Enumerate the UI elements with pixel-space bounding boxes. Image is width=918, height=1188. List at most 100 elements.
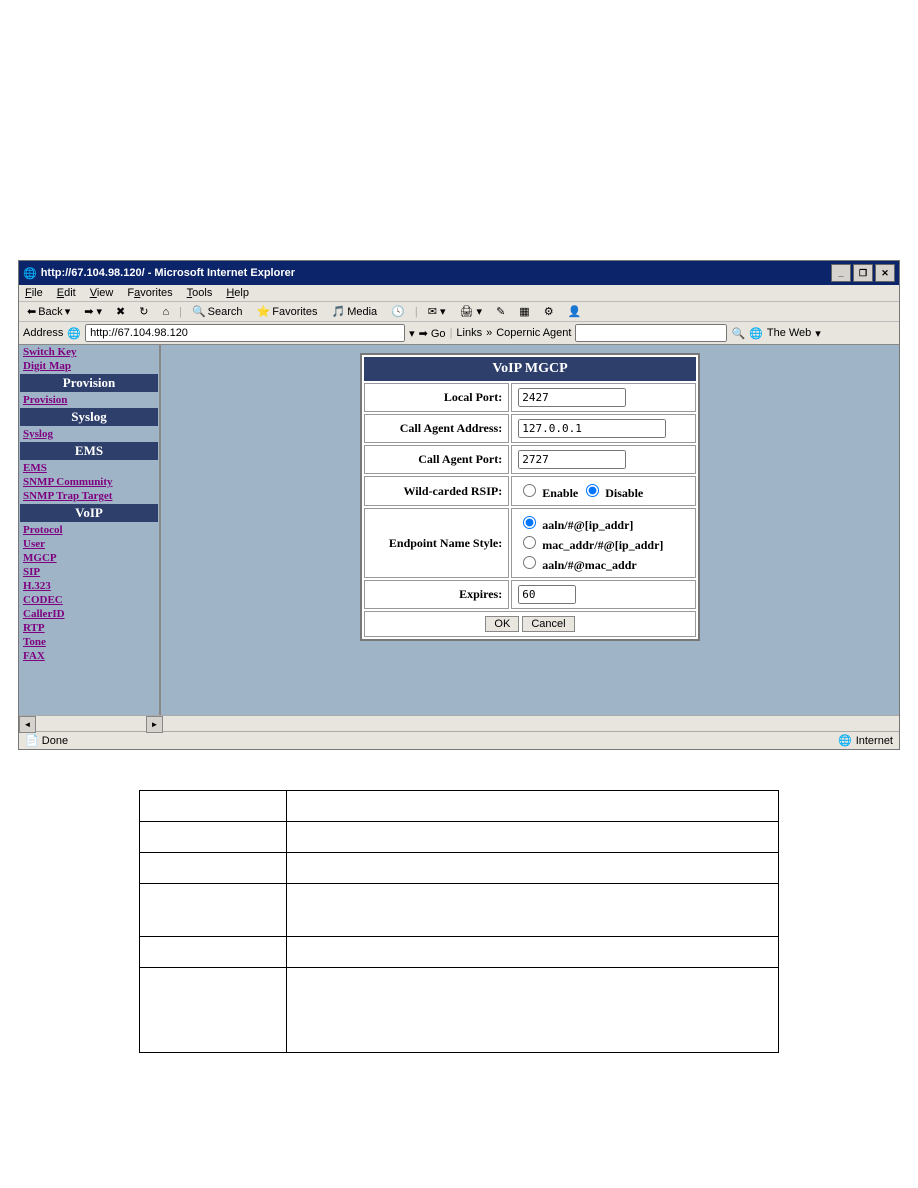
forward-button[interactable]: ➡ ▾ (80, 304, 106, 319)
ens-label: Endpoint Name Style: (364, 508, 509, 578)
table-row (140, 822, 287, 853)
menu-favorites[interactable]: Favorites (127, 287, 172, 299)
sidebar-snmp-trap[interactable]: SNMP Trap Target (19, 489, 159, 503)
favorites-button[interactable]: ⭐ Favorites (253, 304, 322, 319)
sidebar-callerid[interactable]: CallerID (19, 607, 159, 621)
internet-icon: 🌐 (838, 734, 852, 747)
ca-address-input[interactable] (518, 419, 666, 438)
media-button[interactable]: 🎵 Media (327, 304, 381, 319)
sidebar-snmp-community[interactable]: SNMP Community (19, 475, 159, 489)
sidebar-hscroll[interactable]: ◄ ► (19, 715, 899, 731)
table-row (140, 937, 287, 968)
scroll-right-icon[interactable]: ► (146, 716, 163, 733)
status-bar: 📄 Done 🌐 Internet (19, 731, 899, 749)
mgcp-form: VoIP MGCP Local Port: Call Agent Address… (360, 353, 700, 641)
sidebar-user[interactable]: User (19, 537, 159, 551)
status-zone: Internet (856, 735, 893, 747)
sidebar: Switch Key Digit Map Provision Provision… (19, 345, 161, 715)
title-bar: 🌐 http://67.104.98.120/ - Microsoft Inte… (19, 261, 899, 285)
scroll-left-icon[interactable]: ◄ (19, 716, 36, 733)
sidebar-ems[interactable]: EMS (19, 461, 159, 475)
done-icon: 📄 (25, 735, 39, 747)
sidebar-mgcp[interactable]: MGCP (19, 551, 159, 565)
ca-port-input[interactable] (518, 450, 626, 469)
tool-bar: ⬅ Back ▾ ➡ ▾ ✖ ↻ ⌂ | 🔍 Search ⭐ Favorite… (19, 302, 899, 322)
rsip-label: Wild-carded RSIP: (364, 476, 509, 506)
sidebar-section-ems: EMS (20, 442, 158, 460)
address-bar: Address 🌐 ▾ ➡ Go | Links » Copernic Agen… (19, 322, 899, 345)
window-title: http://67.104.98.120/ - Microsoft Intern… (41, 267, 295, 279)
sidebar-fax[interactable]: FAX (19, 649, 159, 663)
sidebar-provision[interactable]: Provision (19, 393, 159, 407)
ie-icon: 🌐 (23, 267, 37, 280)
menu-file[interactable]: File (25, 287, 43, 299)
sidebar-tone[interactable]: Tone (19, 635, 159, 649)
ca-address-label: Call Agent Address: (364, 414, 509, 443)
ens-option-2[interactable]: mac_addr/#@[ip_addr] (518, 538, 663, 552)
sidebar-codec[interactable]: CODEC (19, 593, 159, 607)
sidebar-section-voip: VoIP (20, 504, 158, 522)
copernic-search-icon[interactable]: 🔍 (731, 327, 745, 340)
close-button[interactable]: ✕ (875, 264, 895, 282)
print-button[interactable]: 🖨 ▾ (456, 304, 487, 319)
local-port-input[interactable] (518, 388, 626, 407)
sidebar-switch-key[interactable]: Switch Key (19, 345, 159, 359)
address-label: Address (23, 327, 63, 339)
ens-option-3[interactable]: aaln/#@mac_addr (518, 558, 637, 572)
description-table (139, 790, 779, 1053)
menu-tools[interactable]: Tools (187, 287, 213, 299)
address-input[interactable] (85, 324, 405, 342)
ens-option-1[interactable]: aaln/#@[ip_addr] (518, 518, 633, 532)
rsip-disable-option[interactable]: Disable (581, 486, 643, 500)
sidebar-protocol[interactable]: Protocol (19, 523, 159, 537)
stop-button[interactable]: ✖ (112, 304, 129, 319)
messenger-button[interactable]: 👤 (564, 304, 586, 319)
form-title: VoIP MGCP (364, 357, 696, 381)
links-label[interactable]: Links (456, 327, 482, 339)
history-button[interactable]: 🕓 (387, 304, 409, 319)
expires-label: Expires: (364, 580, 509, 609)
home-button[interactable]: ⌂ (158, 305, 173, 319)
sidebar-h323[interactable]: H.323 (19, 579, 159, 593)
address-dropdown[interactable]: ▾ (409, 327, 415, 340)
mail-button[interactable]: ✉ ▾ (424, 304, 450, 319)
search-button[interactable]: 🔍 Search (188, 304, 247, 319)
related-button[interactable]: ⚙ (540, 304, 558, 319)
table-row (140, 791, 287, 822)
edit-button[interactable]: ✎ (492, 304, 509, 319)
menu-bar: File Edit View Favorites Tools Help (19, 285, 899, 302)
maximize-button[interactable]: ❐ (853, 264, 873, 282)
copernic-label: Copernic Agent (496, 327, 571, 339)
menu-edit[interactable]: Edit (57, 287, 76, 299)
expires-input[interactable] (518, 585, 576, 604)
menu-help[interactable]: Help (226, 287, 249, 299)
status-done: Done (42, 735, 68, 747)
sidebar-rtp[interactable]: RTP (19, 621, 159, 635)
table-row (140, 853, 287, 884)
sidebar-section-syslog: Syslog (20, 408, 158, 426)
discuss-button[interactable]: ▦ (515, 304, 533, 319)
theweb-label: The Web (767, 327, 811, 339)
local-port-label: Local Port: (364, 383, 509, 412)
content-area: VoIP MGCP Local Port: Call Agent Address… (161, 345, 899, 715)
ca-port-label: Call Agent Port: (364, 445, 509, 474)
table-row (140, 968, 287, 1053)
sidebar-digit-map[interactable]: Digit Map (19, 359, 159, 373)
browser-window: 🌐 http://67.104.98.120/ - Microsoft Inte… (18, 260, 900, 750)
go-button[interactable]: ➡ Go (419, 327, 446, 340)
sidebar-section-provision: Provision (20, 374, 158, 392)
rsip-enable-option[interactable]: Enable (518, 486, 578, 500)
globe-icon: 🌐 (749, 327, 763, 340)
ie-icon: 🌐 (67, 327, 81, 340)
ok-button[interactable]: OK (485, 616, 519, 632)
theweb-dropdown[interactable]: ▾ (815, 327, 821, 340)
table-row (140, 884, 287, 937)
sidebar-sip[interactable]: SIP (19, 565, 159, 579)
sidebar-syslog[interactable]: Syslog (19, 427, 159, 441)
refresh-button[interactable]: ↻ (135, 304, 152, 319)
cancel-button[interactable]: Cancel (522, 616, 574, 632)
menu-view[interactable]: View (90, 287, 114, 299)
minimize-button[interactable]: _ (831, 264, 851, 282)
back-button[interactable]: ⬅ Back ▾ (23, 304, 74, 319)
copernic-input[interactable] (575, 324, 727, 342)
